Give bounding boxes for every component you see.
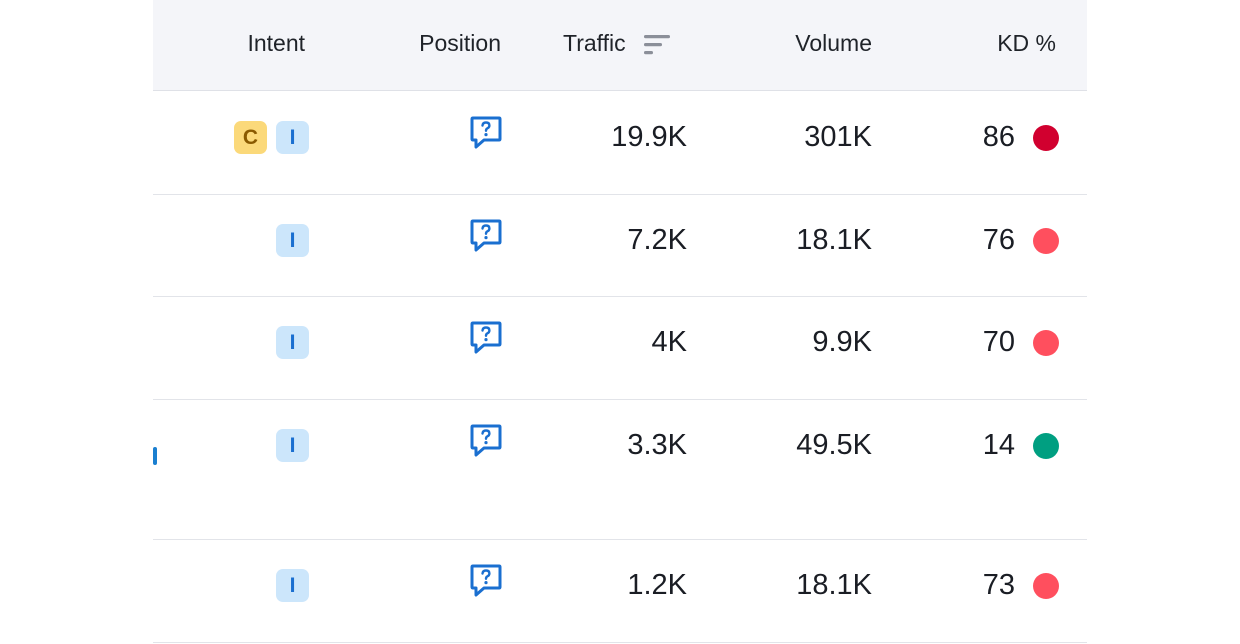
- column-header-volume[interactable]: Volume: [795, 30, 872, 57]
- serp-feature-question-icon[interactable]: [470, 116, 502, 150]
- kd-cell: 14: [983, 429, 1059, 462]
- table-row[interactable]: I 7.2K 18.1K 76: [153, 194, 1087, 297]
- kd-difficulty-dot: [1033, 432, 1059, 459]
- column-header-position[interactable]: Position: [419, 30, 501, 57]
- intent-badge-informational[interactable]: I: [276, 121, 309, 154]
- kd-cell: 70: [983, 326, 1059, 359]
- serp-feature-question-icon[interactable]: [470, 219, 502, 253]
- intent-badge-informational[interactable]: I: [276, 224, 309, 257]
- volume-value: 9.9K: [812, 326, 872, 358]
- table-row[interactable]: I 3.3K 49.5K 14: [153, 399, 1087, 540]
- intent-badge-commercial[interactable]: C: [234, 121, 267, 154]
- intent-badges: I: [276, 224, 309, 257]
- kd-value: 76: [982, 224, 1015, 256]
- traffic-value: 7.2K: [627, 224, 687, 256]
- truncated-keyword-fragment: [153, 447, 157, 465]
- kd-difficulty-dot: [1033, 572, 1059, 599]
- kd-difficulty-dot: [1033, 227, 1059, 254]
- column-header-intent[interactable]: Intent: [247, 30, 305, 57]
- traffic-value: 19.9K: [611, 121, 687, 153]
- kd-value: 73: [982, 569, 1015, 601]
- traffic-value: 1.2K: [627, 569, 687, 601]
- traffic-value: 4K: [651, 326, 687, 358]
- kd-value: 70: [982, 326, 1015, 358]
- table-row[interactable]: I 1.2K 18.1K 73: [153, 539, 1087, 643]
- kd-difficulty-dot: [1033, 329, 1059, 356]
- table-row[interactable]: C I 19.9K 301K 86: [153, 91, 1087, 195]
- column-header-traffic[interactable]: Traffic: [563, 30, 670, 57]
- kd-difficulty-dot: [1033, 124, 1059, 151]
- intent-badges: I: [276, 326, 309, 359]
- volume-value: 18.1K: [796, 224, 872, 256]
- intent-badge-informational[interactable]: I: [276, 429, 309, 462]
- volume-value: 301K: [804, 121, 872, 153]
- serp-feature-question-icon[interactable]: [470, 321, 502, 355]
- intent-badges: I: [276, 569, 309, 602]
- traffic-value: 3.3K: [627, 429, 687, 461]
- serp-feature-question-icon[interactable]: [470, 564, 502, 598]
- intent-badge-informational[interactable]: I: [276, 569, 309, 602]
- intent-badge-informational[interactable]: I: [276, 326, 309, 359]
- intent-badges: CI: [234, 121, 309, 154]
- kd-cell: 73: [983, 569, 1059, 602]
- volume-value: 49.5K: [796, 429, 872, 461]
- kd-value: 86: [982, 121, 1015, 153]
- table-row[interactable]: I 4K 9.9K 70: [153, 296, 1087, 400]
- sort-descending-icon[interactable]: [643, 33, 670, 57]
- table-header: Intent Position Traffic Volume KD %: [153, 0, 1087, 91]
- kd-cell: 76: [983, 224, 1059, 257]
- column-header-kd[interactable]: KD %: [997, 30, 1056, 57]
- intent-badges: I: [276, 429, 309, 462]
- serp-feature-question-icon[interactable]: [470, 424, 502, 458]
- volume-value: 18.1K: [796, 569, 872, 601]
- keywords-table: Intent Position Traffic Volume KD % C I 19…: [153, 0, 1087, 644]
- kd-cell: 86: [983, 121, 1059, 154]
- kd-value: 14: [982, 429, 1015, 461]
- column-header-traffic-label: Traffic: [563, 30, 626, 56]
